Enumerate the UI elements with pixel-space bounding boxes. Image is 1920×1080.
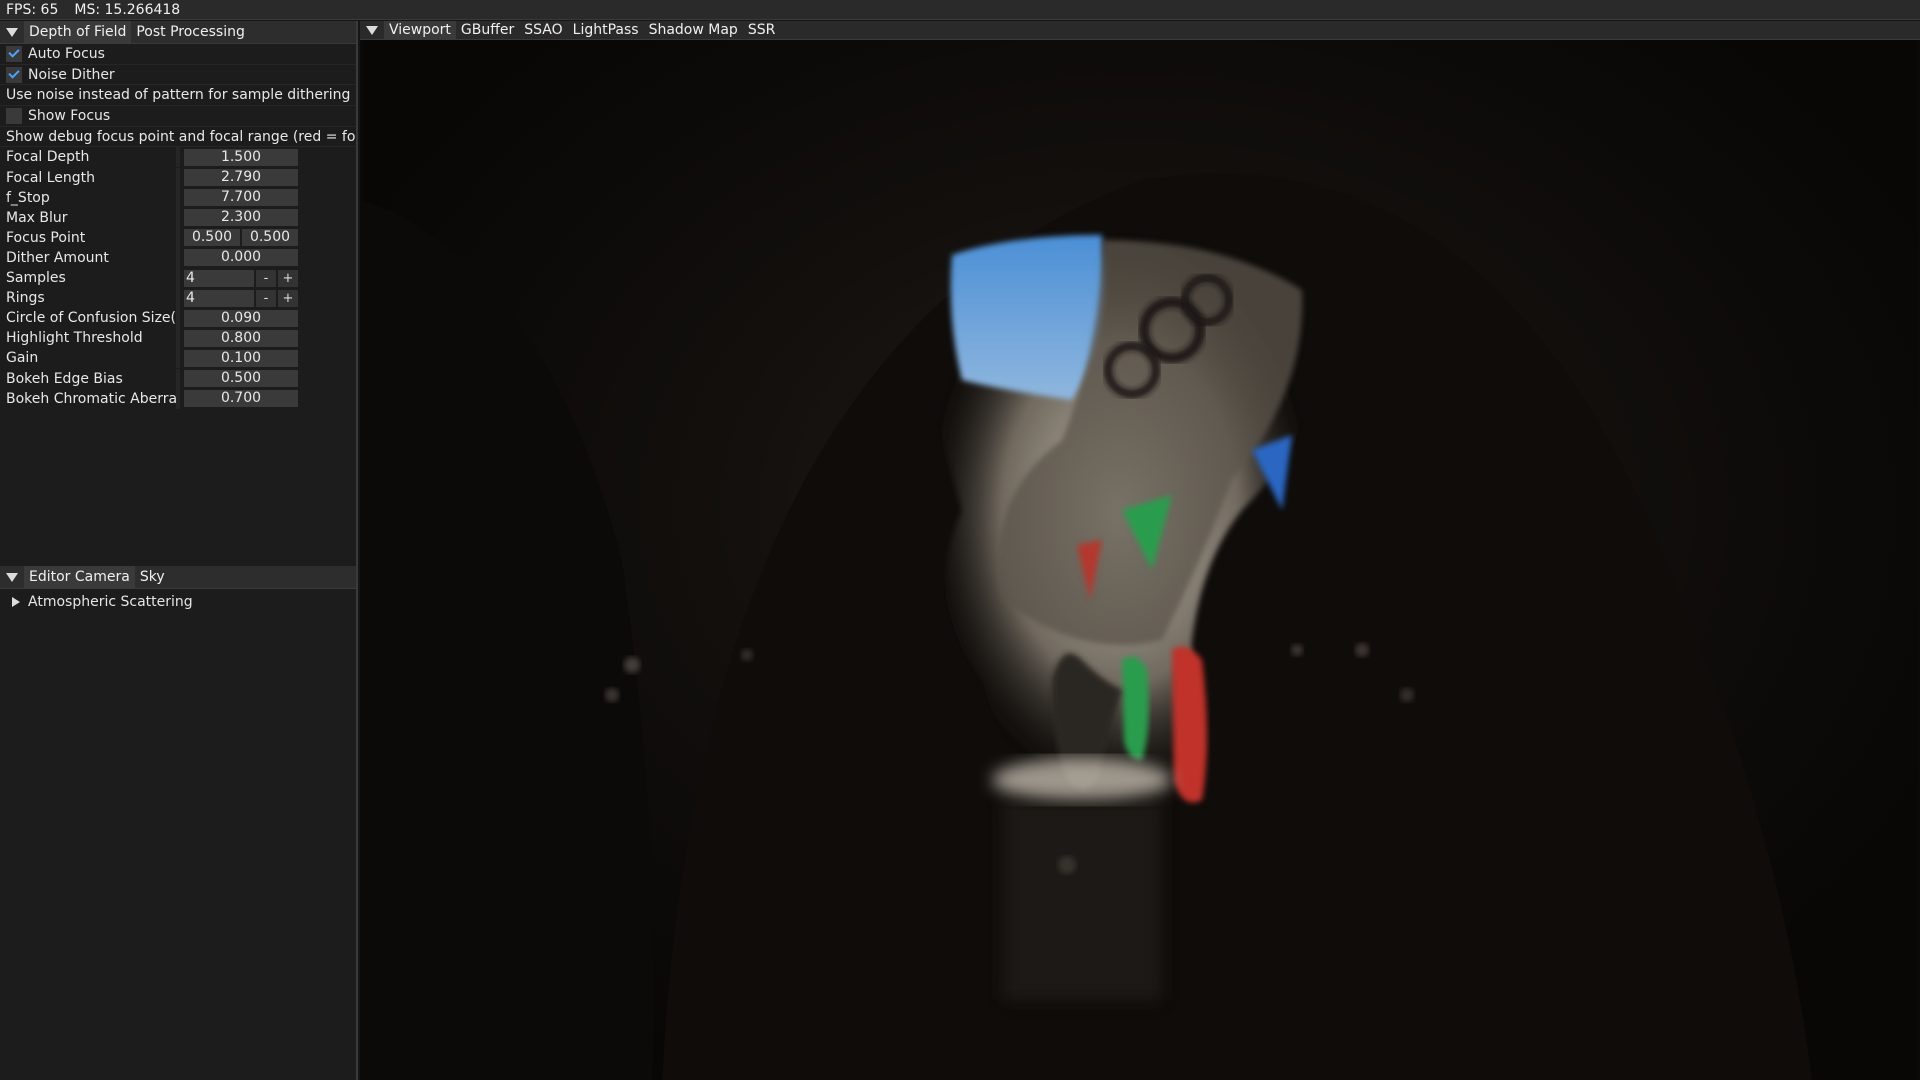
prop-label: Rings [6, 290, 45, 307]
prop-rings: Rings 4 - + [0, 288, 356, 309]
tab-ssao[interactable]: SSAO [519, 21, 567, 39]
noise-dither-checkbox[interactable] [6, 66, 22, 83]
noise-dither-label: Noise Dither [28, 66, 115, 83]
samples-decrement-button[interactable]: - [256, 269, 276, 287]
sky-patch [950, 235, 1104, 400]
fps-readout: FPS: 65 [6, 1, 59, 18]
tab-editor-camera[interactable]: Editor Camera [24, 566, 135, 588]
focus-point-x-input[interactable]: 0.500 [184, 229, 240, 247]
prop-label: Highlight Threshold [6, 330, 143, 347]
rings-decrement-button[interactable]: - [256, 289, 276, 307]
show-focus-row[interactable]: Show Focus [0, 106, 356, 127]
tab-sky[interactable]: Sky [135, 566, 170, 588]
prop-label: Circle of Confusion Size(mm) [6, 310, 176, 327]
prop-label: Focal Depth [6, 149, 90, 166]
tab-shadow-map[interactable]: Shadow Map [644, 21, 743, 39]
hanging-red-cloth [1172, 646, 1207, 803]
dof-tabbar: Depth of Field Post Processing [0, 21, 356, 44]
prop-label: Dither Amount [6, 249, 109, 266]
auto-focus-label: Auto Focus [28, 45, 105, 62]
auto-focus-checkbox[interactable] [6, 45, 22, 62]
tab-depth-of-field[interactable]: Depth of Field [24, 21, 132, 43]
gain-input[interactable]: 0.100 [184, 349, 298, 367]
prop-max-blur: Max Blur 2.300 [0, 207, 356, 228]
atmospheric-scattering-node[interactable]: Atmospheric Scattering [0, 589, 356, 615]
viewport-panel: Viewport GBuffer SSAO LightPass Shadow M… [360, 21, 1920, 1080]
bokeh-dot [605, 688, 619, 702]
collapse-icon[interactable] [6, 572, 18, 582]
left-wall-shape [362, 200, 654, 1080]
prop-label: Bokeh Edge Bias [6, 370, 123, 387]
prop-bokeh-edge-bias: Bokeh Edge Bias 0.500 [0, 368, 356, 389]
viewport-tabbar: Viewport GBuffer SSAO LightPass Shadow M… [360, 21, 1920, 40]
prop-focal-length: Focal Length 2.790 [0, 167, 356, 188]
ms-readout: MS: 15.266418 [74, 1, 181, 18]
prop-coc-size: Circle of Confusion Size(mm) 0.090 [0, 308, 356, 329]
dither-amount-input[interactable]: 0.000 [184, 249, 298, 267]
focus-point-y-input[interactable]: 0.500 [242, 229, 298, 247]
prop-focus-point: Focus Point 0.500 0.500 [0, 227, 356, 248]
bokeh-dot [624, 657, 640, 673]
reflection [1002, 800, 1162, 1000]
focal-length-input[interactable]: 2.790 [184, 169, 298, 187]
collapse-icon[interactable] [366, 25, 378, 35]
prop-label: Samples [6, 270, 66, 287]
show-focus-description: Show debug focus point and focal range (… [0, 127, 356, 148]
prop-bokeh-chromatic-aberration: Bokeh Chromatic Aberration 0.700 [0, 388, 356, 409]
show-focus-checkbox[interactable] [6, 107, 22, 124]
samples-input[interactable]: 4 [184, 269, 254, 287]
scene-viewport[interactable] [362, 40, 1918, 1080]
scene-render [362, 173, 1812, 1080]
coc-size-input[interactable]: 0.090 [184, 309, 298, 327]
rings-increment-button[interactable]: + [278, 289, 298, 307]
tab-post-processing[interactable]: Post Processing [131, 21, 250, 43]
tab-lightpass[interactable]: LightPass [568, 21, 644, 39]
prop-label: Gain [6, 350, 39, 367]
prop-dither-amount: Dither Amount 0.000 [0, 247, 356, 268]
collapse-icon[interactable] [6, 27, 18, 37]
bokeh-dot [1291, 644, 1303, 656]
noise-dither-row[interactable]: Noise Dither [0, 65, 356, 86]
show-focus-tooltip: Show debug focus point and focal range (… [6, 128, 356, 145]
prop-focal-depth: Focal Depth 1.500 [0, 147, 356, 168]
prop-label: Focal Length [6, 169, 96, 186]
f-stop-input[interactable]: 7.700 [184, 189, 298, 207]
status-bar: FPS: 65 MS: 15.266418 [0, 0, 1920, 20]
prop-label: Focus Point [6, 229, 86, 246]
camera-section: Editor Camera Sky Atmospheric Scattering [0, 566, 356, 615]
tab-viewport[interactable]: Viewport [384, 21, 456, 39]
bokeh-dot [741, 649, 753, 661]
prop-f-stop: f_Stop 7.700 [0, 187, 356, 208]
auto-focus-row[interactable]: Auto Focus [0, 44, 356, 65]
bokeh-chromatic-aberration-input[interactable]: 0.700 [184, 390, 298, 408]
camera-tabbar: Editor Camera Sky [0, 566, 356, 589]
noise-dither-tooltip: Use noise instead of pattern for sample … [6, 87, 351, 104]
prop-label: Max Blur [6, 209, 68, 226]
prop-samples: Samples 4 - + [0, 268, 356, 289]
max-blur-input[interactable]: 2.300 [184, 209, 298, 227]
expand-arrow-icon[interactable] [12, 597, 20, 607]
tab-gbuffer[interactable]: GBuffer [456, 21, 519, 39]
tab-ssr[interactable]: SSR [743, 21, 781, 39]
show-focus-label: Show Focus [28, 107, 111, 124]
prop-highlight-threshold: Highlight Threshold 0.800 [0, 328, 356, 349]
samples-increment-button[interactable]: + [278, 269, 298, 287]
prop-label: f_Stop [6, 189, 50, 206]
bokeh-edge-bias-input[interactable]: 0.500 [184, 370, 298, 388]
left-panel: Depth of Field Post Processing Auto Focu… [0, 21, 358, 1080]
focal-depth-input[interactable]: 1.500 [184, 148, 298, 166]
bokeh-dot [1400, 688, 1414, 702]
prop-label: Bokeh Chromatic Aberration [6, 390, 176, 407]
bokeh-dot [1355, 643, 1369, 657]
highlight-threshold-input[interactable]: 0.800 [184, 329, 298, 347]
hanging-green-cloth [1122, 656, 1149, 760]
prop-gain: Gain 0.100 [0, 348, 356, 369]
noise-dither-description: Use noise instead of pattern for sample … [0, 85, 356, 107]
ground-light [992, 758, 1172, 802]
atmospheric-scattering-label: Atmospheric Scattering [28, 594, 193, 610]
rings-input[interactable]: 4 [184, 289, 254, 307]
